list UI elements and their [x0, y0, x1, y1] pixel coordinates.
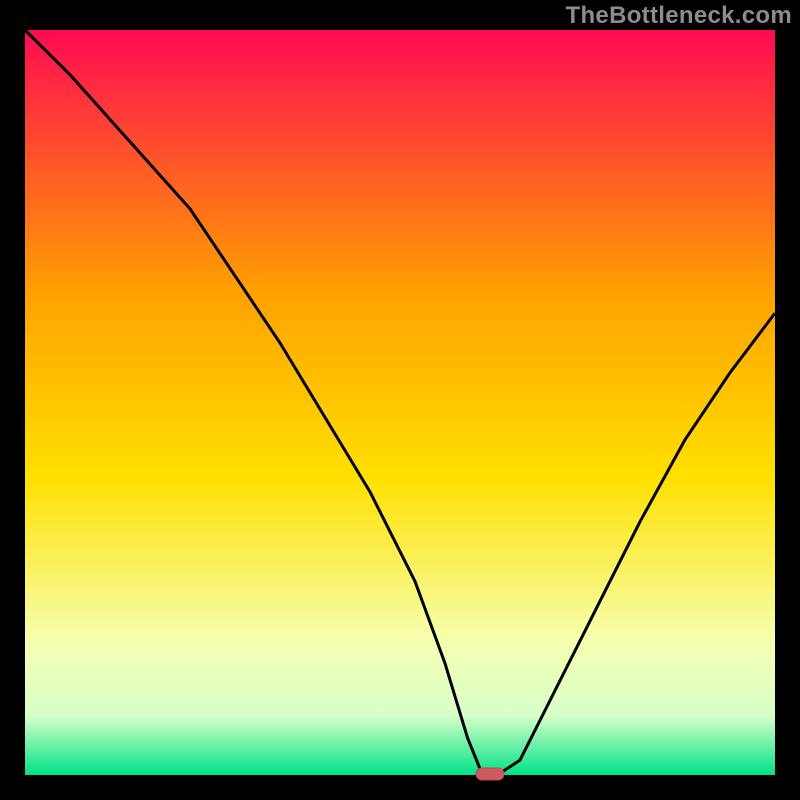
bottleneck-chart — [0, 0, 800, 800]
gradient-background — [25, 30, 775, 775]
chart-frame: TheBottleneck.com — [0, 0, 800, 800]
optimal-point-marker — [476, 768, 504, 780]
watermark-text: TheBottleneck.com — [566, 2, 792, 30]
